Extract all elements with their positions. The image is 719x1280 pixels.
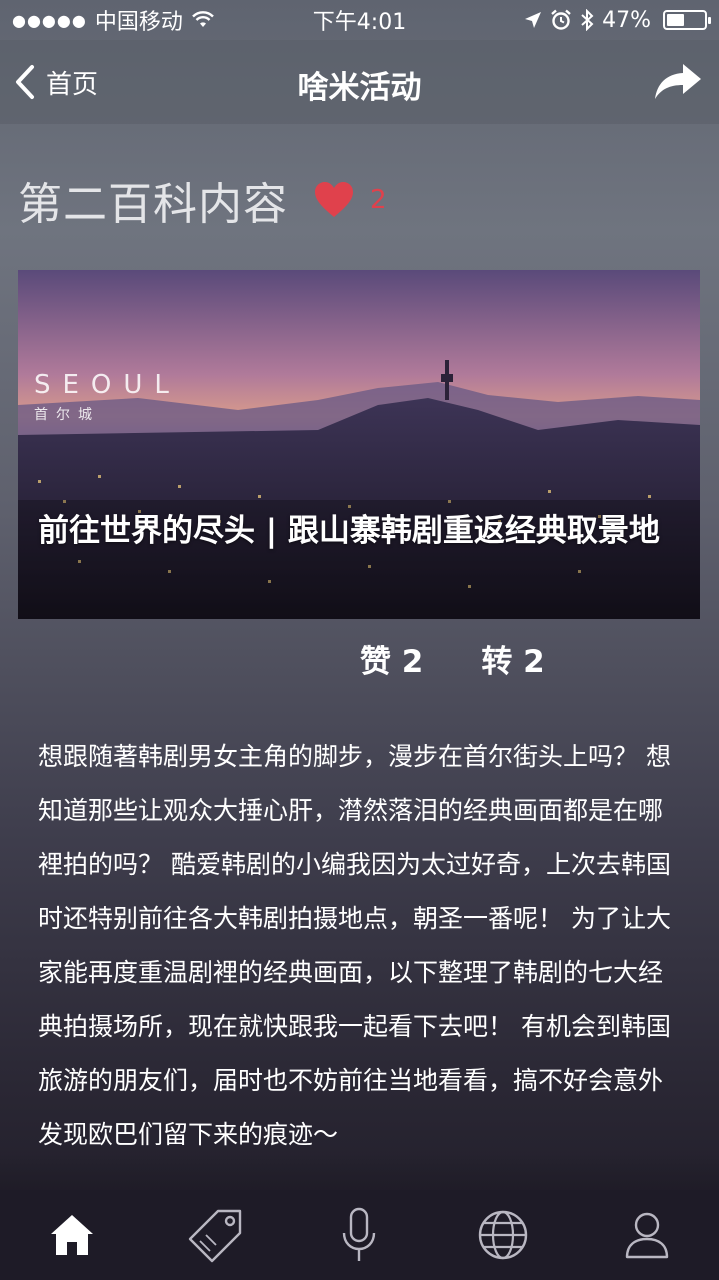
microphone-icon: [343, 1207, 376, 1261]
bluetooth-icon: [581, 9, 594, 31]
tab-explore[interactable]: [463, 1200, 543, 1270]
tab-voice[interactable]: [319, 1200, 399, 1270]
location-arrow-icon: [525, 12, 542, 28]
content-header: 第二百科内容 2: [18, 168, 387, 232]
battery-level: [667, 14, 684, 26]
like-count: 2: [370, 185, 387, 215]
wifi-icon: [191, 11, 214, 27]
seoul-skyline-image: [18, 270, 700, 619]
seoul-logo-subtitle: 首尔城: [34, 407, 100, 423]
article-banner[interactable]: SEOUL 首尔城 前往世界的尽头 | 跟山寨韩剧重返经典取景地: [18, 270, 700, 619]
battery-icon: [663, 10, 711, 30]
navigation-bar: 首页 啥米活动: [0, 40, 719, 124]
shares-stat[interactable]: 转 2: [481, 636, 544, 681]
globe-icon: [479, 1210, 528, 1260]
signal-strength-icon: ●●●●●: [12, 10, 87, 30]
engagement-stats: 赞 2 转 2: [360, 636, 545, 681]
share-arrow-icon: [655, 64, 701, 99]
status-right: 47%: [524, 7, 711, 33]
tab-tags[interactable]: [176, 1200, 256, 1270]
battery-percent: 47%: [602, 7, 651, 33]
seoul-logo-word: SEOUL: [34, 370, 181, 400]
seoul-logo: SEOUL 首尔城: [34, 370, 181, 424]
status-left: ●●●●● 中国移动: [12, 4, 215, 36]
carrier-name: 中国移动: [94, 10, 183, 35]
content-title: 第二百科内容: [18, 179, 288, 230]
article-body: 想跟随著韩剧男女主角的脚步，漫步在首尔街头上吗？ 想知道那些让观众大捶心肝，潸然…: [38, 742, 671, 1149]
banner-caption: 前往世界的尽头 | 跟山寨韩剧重返经典取景地: [38, 513, 660, 549]
tag-icon: [188, 1209, 241, 1263]
share-button[interactable]: [653, 62, 703, 102]
page-title: 啥米活动: [297, 70, 422, 106]
heart-icon[interactable]: [314, 181, 354, 219]
tab-bar: [0, 1190, 719, 1280]
user-icon: [625, 1212, 669, 1259]
status-bar: ●●●●● 中国移动 下午4:01 47%: [0, 0, 719, 40]
home-icon: [50, 1215, 93, 1255]
tab-profile[interactable]: [607, 1200, 687, 1270]
likes-stat[interactable]: 赞 2: [360, 636, 423, 681]
tab-home[interactable]: [32, 1200, 112, 1270]
alarm-clock-icon: [551, 9, 571, 30]
article-fade-overlay: [0, 1155, 719, 1195]
